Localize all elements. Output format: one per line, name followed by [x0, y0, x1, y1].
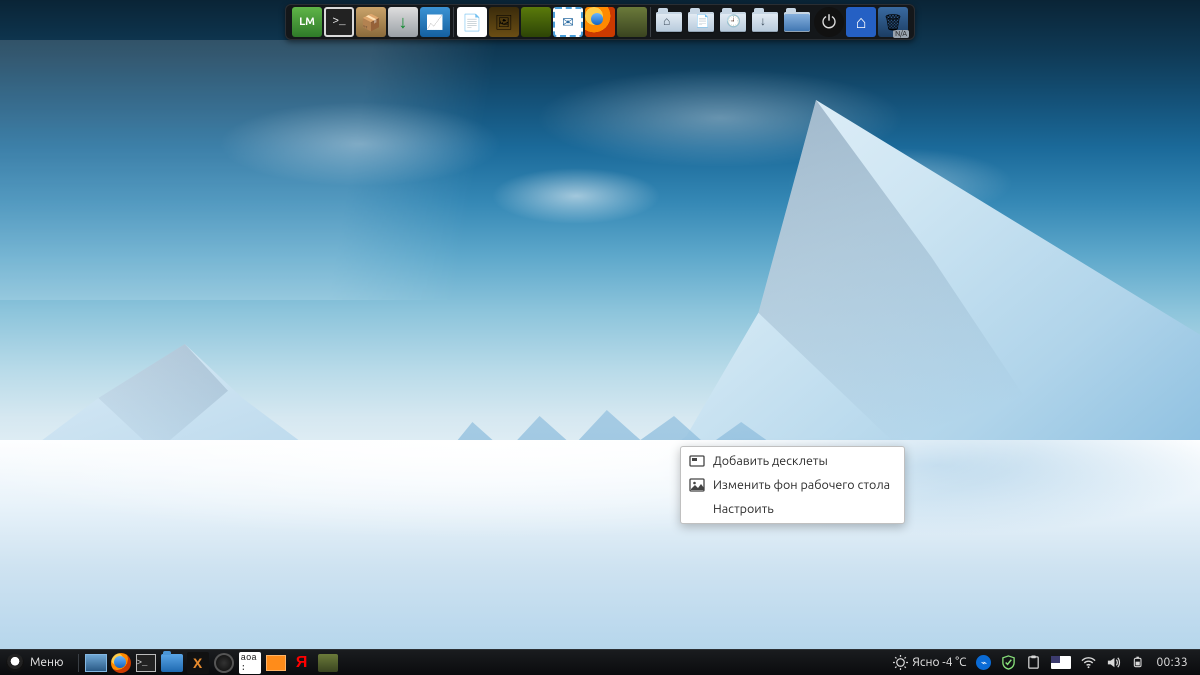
folder-documents-icon[interactable]: 📄 — [686, 7, 716, 37]
update-manager-icon[interactable] — [388, 7, 418, 37]
ctx-item-label: Добавить десклеты — [713, 454, 828, 468]
bottom-panel: Меню X aoa : Я Ясно -4 °C ⌁ 00:33 — [0, 649, 1200, 675]
trash-icon[interactable]: N/A — [878, 7, 908, 37]
flag-us-icon — [1051, 656, 1071, 669]
top-dock: ⌂ 📄 🕘 ↓ N/A — [285, 4, 915, 40]
plex-icon[interactable]: X — [187, 652, 209, 674]
plex-glyph: X — [193, 655, 202, 671]
dock-separator — [650, 7, 651, 37]
desktop-context-menu: Добавить десклеты Изменить фон рабочего … — [680, 446, 905, 524]
keyboard-layout-indicator[interactable] — [1051, 656, 1071, 669]
yandex-glyph: Я — [296, 654, 308, 672]
files-icon[interactable] — [161, 652, 183, 674]
mint-menu-icon[interactable] — [292, 7, 322, 37]
thunderbird-icon[interactable] — [553, 7, 583, 37]
app-olive-icon[interactable] — [317, 652, 339, 674]
artwork-app2-icon[interactable] — [521, 7, 551, 37]
keyboard-applet[interactable]: aoa : — [239, 652, 261, 674]
ctx-configure[interactable]: • Настроить — [681, 497, 904, 521]
ctx-item-label: Изменить фон рабочего стола — [713, 478, 890, 492]
clipboard-icon[interactable] — [1026, 655, 1041, 670]
system-monitor-icon[interactable] — [420, 7, 450, 37]
obs-icon[interactable] — [213, 652, 235, 674]
clock[interactable]: 00:33 — [1156, 656, 1188, 669]
ctx-item-label: Настроить — [713, 502, 774, 516]
wifi-icon[interactable] — [1081, 655, 1096, 670]
desktop-area[interactable] — [0, 40, 1200, 649]
panel-separator — [78, 654, 79, 672]
ctx-change-background[interactable]: Изменить фон рабочего стола — [681, 473, 904, 497]
kbd-applet-text: aoa : — [239, 652, 261, 674]
weather-clear-icon — [893, 655, 908, 670]
na-badge: N/A — [893, 30, 909, 38]
battery-icon[interactable] — [1131, 655, 1146, 670]
dock-separator — [453, 7, 454, 37]
system-tray: Ясно -4 °C ⌁ 00:33 — [893, 655, 1194, 670]
artwork-app-icon[interactable] — [489, 7, 519, 37]
folder-home-icon[interactable]: ⌂ — [654, 7, 684, 37]
terminal-icon[interactable] — [324, 7, 354, 37]
firefox-icon[interactable] — [111, 653, 131, 673]
security-shield-icon[interactable] — [1001, 655, 1016, 670]
terminal-icon[interactable] — [135, 652, 157, 674]
folder-generic-icon[interactable] — [782, 7, 812, 37]
volume-icon[interactable] — [1106, 655, 1121, 670]
weather-text: Ясно -4 °C — [912, 656, 966, 669]
add-desklet-icon — [689, 453, 705, 469]
software-manager-icon[interactable] — [356, 7, 386, 37]
linux-logo-icon — [6, 654, 24, 672]
weather-applet[interactable]: Ясно -4 °C — [893, 655, 966, 670]
app-olive-icon[interactable] — [617, 7, 647, 37]
firefox-icon[interactable] — [585, 7, 615, 37]
workspace-switcher-icon[interactable] — [265, 652, 287, 674]
folder-downloads-icon[interactable]: ↓ — [750, 7, 780, 37]
show-desktop-icon[interactable] — [85, 652, 107, 674]
libreoffice-icon[interactable] — [457, 7, 487, 37]
bluetooth-icon[interactable]: ⌁ — [976, 655, 991, 670]
yandex-icon[interactable]: Я — [291, 652, 313, 674]
menu-button[interactable]: Меню — [0, 650, 74, 675]
accessibility-icon[interactable] — [846, 7, 876, 37]
picture-icon — [689, 477, 705, 493]
ctx-add-desklets[interactable]: Добавить десклеты — [681, 449, 904, 473]
menu-label: Меню — [30, 656, 64, 669]
power-icon[interactable] — [814, 7, 844, 37]
folder-recent-icon[interactable]: 🕘 — [718, 7, 748, 37]
